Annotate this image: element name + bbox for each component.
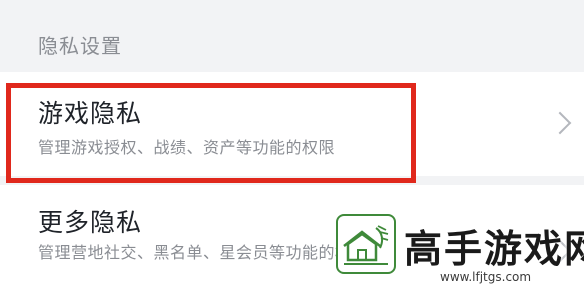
watermark-url: www.lfjtgs.com xyxy=(440,270,532,284)
watermark: 高手游戏网 www.lfjtgs.com xyxy=(336,214,584,289)
highlight-box xyxy=(6,83,416,183)
watermark-logo-icon xyxy=(336,214,396,274)
section-title: 隐私设置 xyxy=(38,34,122,58)
more-privacy-title: 更多隐私 xyxy=(38,208,143,237)
chevron-right-icon xyxy=(548,111,572,135)
watermark-title: 高手游戏网 xyxy=(404,227,584,271)
more-privacy-description: 管理营地社交、黑名单、星会员等功能的权限 xyxy=(38,243,369,262)
